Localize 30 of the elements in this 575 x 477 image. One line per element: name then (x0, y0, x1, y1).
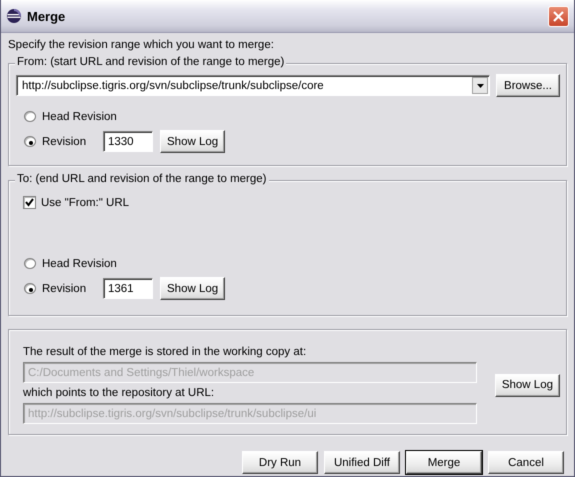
revision-field[interactable]: 1361 (103, 278, 153, 299)
radio-label[interactable]: Revision (42, 136, 86, 148)
dialog-button[interactable]: Merge (406, 451, 482, 474)
radio-label[interactable]: Head Revision (42, 110, 117, 122)
revision-field[interactable]: 1330 (103, 131, 153, 152)
radio-button[interactable] (24, 111, 36, 122)
browse-button[interactable]: Browse... (496, 74, 560, 97)
dropdown-arrow-icon (476, 84, 484, 88)
group-label: From: (start URL and revision of the range to merge) (15, 56, 286, 68)
close-icon (552, 10, 565, 22)
url-combo-box[interactable]: http://subclipse.tigris.org/svn/subclipse/trunk/subclipse/core (16, 75, 490, 96)
radio-button[interactable] (24, 283, 36, 294)
working-copy-label: The result of the merge is stored in the working copy at: (23, 346, 308, 358)
close-button[interactable] (548, 6, 569, 26)
dialog-button[interactable]: Unified Diff (324, 451, 400, 474)
radio-label[interactable]: Revision (42, 282, 86, 294)
checkbox[interactable] (23, 196, 36, 209)
window-title: Merge (27, 8, 66, 24)
show-log-button[interactable]: Show Log (494, 374, 560, 396)
radio-button[interactable] (24, 258, 36, 269)
repository-label: which points to the repository at URL: (23, 387, 216, 399)
instruction-text: Specify the revision range which you want to merge: (8, 39, 275, 51)
radio-button[interactable] (24, 136, 36, 147)
dialog-button[interactable]: Cancel (488, 451, 564, 474)
show-log-button[interactable]: Show Log (160, 277, 226, 300)
show-log-button[interactable]: Show Log (160, 130, 226, 153)
dialog-button[interactable]: Dry Run (242, 451, 318, 474)
checkbox-label[interactable]: Use "From:" URL (41, 196, 130, 208)
radio-label[interactable]: Head Revision (42, 258, 117, 270)
group-label: To: (end URL and revision of the range to merge) (15, 173, 269, 185)
